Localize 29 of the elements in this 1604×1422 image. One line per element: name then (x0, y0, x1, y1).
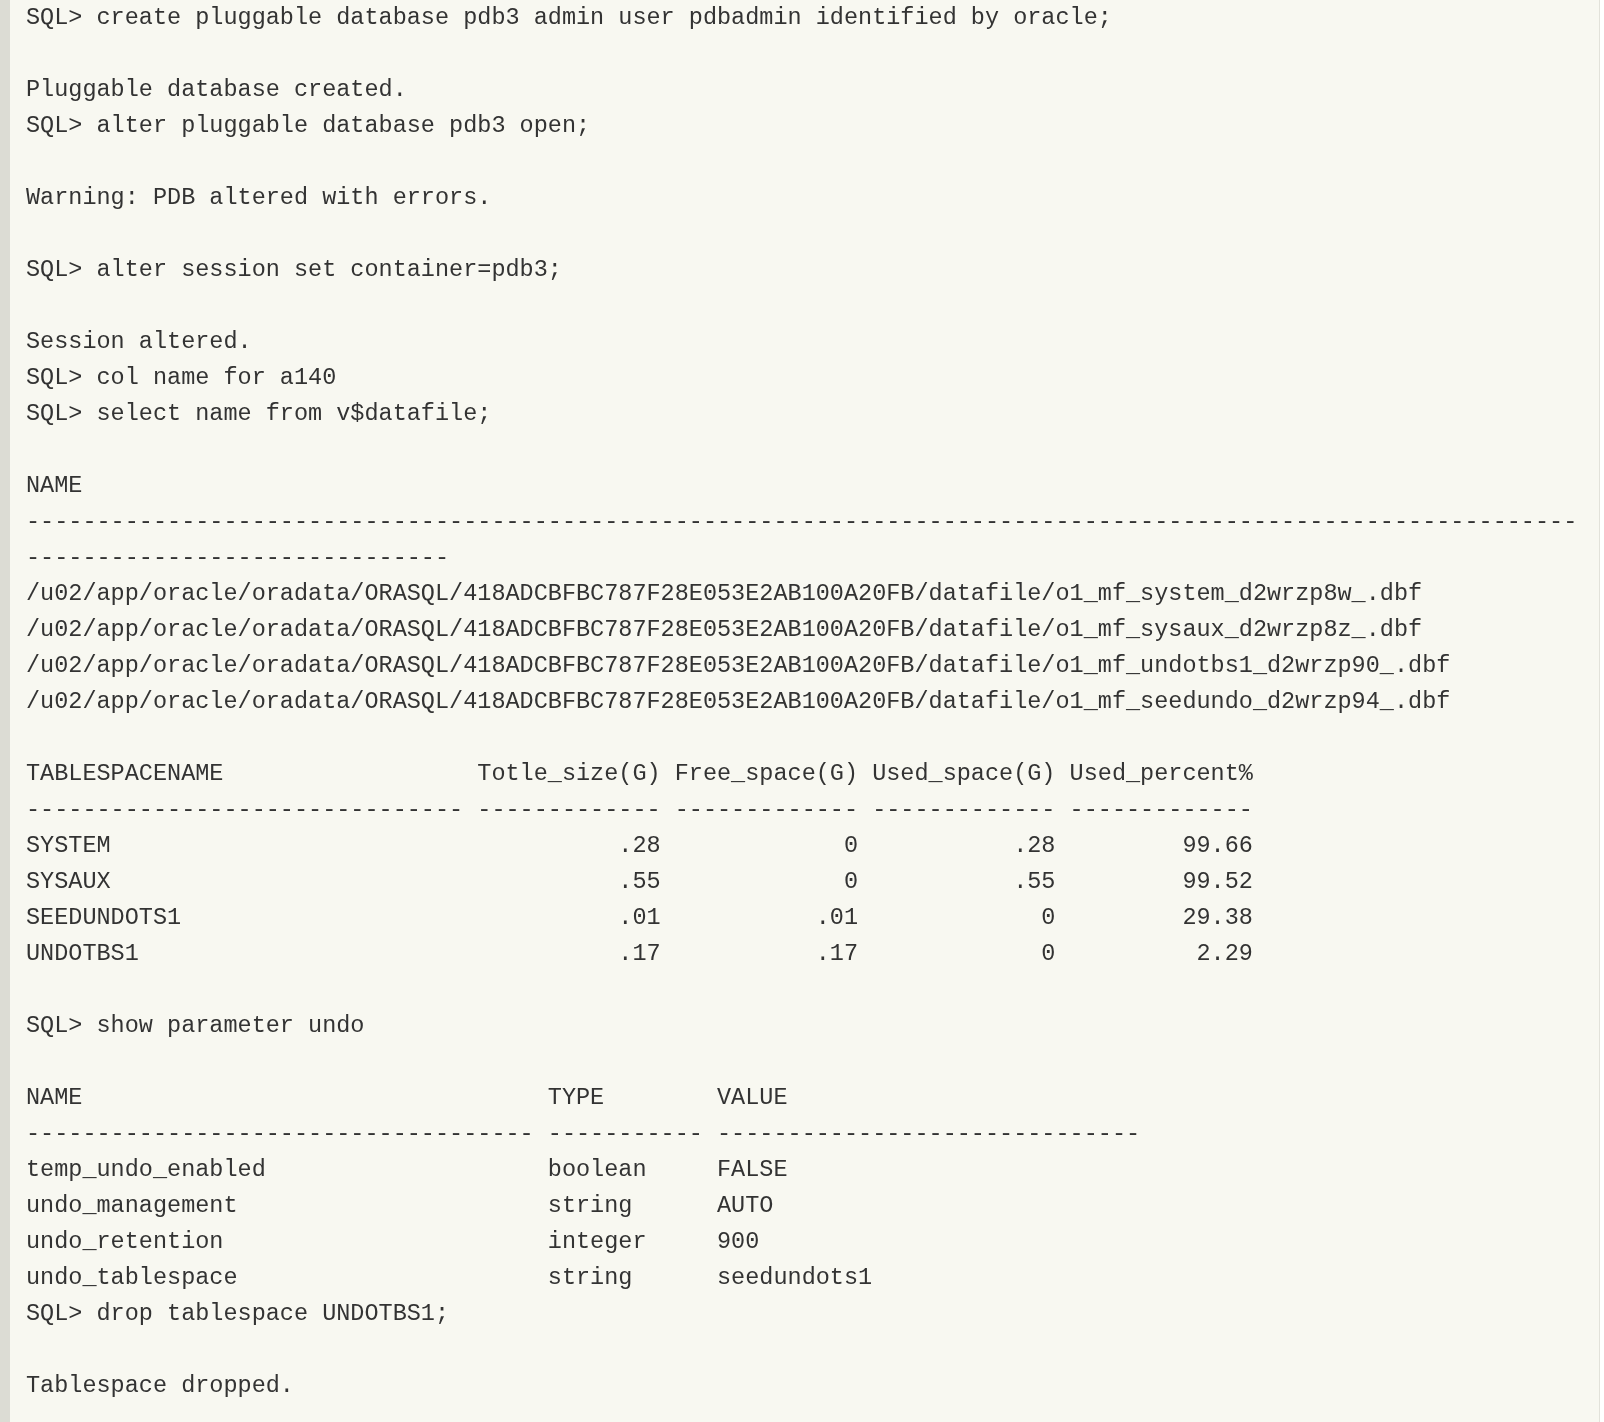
terminal-line: SQL> drop tablespace UNDOTBS1; (26, 1299, 451, 1329)
terminal-line: undo_retention integer 900 (26, 1227, 761, 1257)
terminal-line: SYSAUX .55 0 .55 99.52 (26, 867, 1254, 897)
terminal-line: SQL> show parameter undo (26, 1011, 366, 1041)
terminal-line: SQL> select name from v$datafile; (26, 399, 493, 429)
terminal-line: TABLESPACENAME Totle_size(G) Free_space(G) Used_space(G) Used_percent% (26, 759, 1254, 789)
terminal-line: SYSTEM .28 0 .28 99.66 (26, 831, 1254, 861)
terminal-line: ------------------------------- ------------- ------------- ------------- ------------- (26, 795, 1254, 825)
terminal-line: Pluggable database created. (26, 75, 408, 105)
terminal-line: NAME (26, 471, 84, 501)
terminal-line: SQL> alter session set container=pdb3; (26, 255, 563, 285)
terminal-line: /u02/app/oracle/oradata/ORASQL/418ADCBFBC787F28E053E2AB100A20FB/datafile/o1_mf_seedundo_d2wrzp94_.dbf (26, 687, 1452, 717)
terminal-line: undo_management string AUTO (26, 1191, 775, 1221)
terminal-line: SQL> create pluggable database pdb3 admin user pdbadmin identified by oracle; (26, 3, 1113, 33)
terminal-line: Tablespace dropped. (26, 1371, 295, 1401)
terminal-line: /u02/app/oracle/oradata/ORASQL/418ADCBFBC787F28E053E2AB100A20FB/datafile/o1_mf_system_d2wrzp8w_.dbf (26, 579, 1424, 609)
terminal-line: ------------------------------------ ----------- ------------------------------ (26, 1119, 1142, 1149)
terminal-line: Warning: PDB altered with errors. (26, 183, 493, 213)
terminal-line: -------------------------------------------------------------------------------------------------------------------------------------------- (26, 507, 1579, 573)
terminal-line: SQL> col name for a140 (26, 363, 338, 393)
terminal-line: /u02/app/oracle/oradata/ORASQL/418ADCBFBC787F28E053E2AB100A20FB/datafile/o1_mf_sysaux_d2wrzp8z_.dbf (26, 615, 1424, 645)
terminal-line: Session altered. (26, 327, 253, 357)
terminal-line: UNDOTBS1 .17 .17 0 2.29 (26, 939, 1254, 969)
terminal-line: undo_tablespace string seedundots1 (26, 1263, 874, 1293)
terminal-line: temp_undo_enabled boolean FALSE (26, 1155, 789, 1185)
terminal-line: SEEDUNDOTS1 .01 .01 0 29.38 (26, 903, 1254, 933)
terminal-line: NAME TYPE VALUE (26, 1083, 789, 1113)
terminal-line: SQL> alter pluggable database pdb3 open; (26, 111, 592, 141)
terminal-line: /u02/app/oracle/oradata/ORASQL/418ADCBFBC787F28E053E2AB100A20FB/datafile/o1_mf_undotbs1_d2wrzp90_.dbf (26, 651, 1452, 681)
